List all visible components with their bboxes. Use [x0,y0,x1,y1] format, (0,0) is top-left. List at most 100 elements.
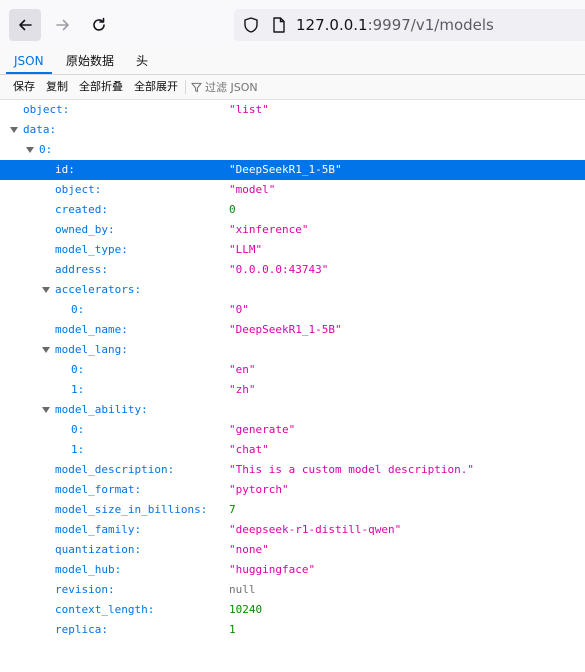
json-value: "This is a custom model description." [229,463,475,476]
tree-row[interactable]: revision: null [0,580,585,600]
url-path: :9997/v1/models [367,16,494,34]
json-key: address: [55,263,108,276]
json-key: model_description: [55,463,175,476]
shield-icon[interactable] [242,16,260,34]
json-key: data: [23,123,57,136]
json-key: model_format: [55,483,142,496]
tree-row[interactable]: model_hub: "huggingface" [0,560,585,580]
json-key: accelerators: [55,283,142,296]
json-key: model_lang: [55,343,128,356]
json-value: "none" [229,543,269,556]
json-value: "0" [229,303,249,316]
toolbar-divider [185,80,186,94]
tree-row[interactable]: model_name: "DeepSeekR1_1-5B" [0,320,585,340]
tree-row[interactable]: replica: 1 [0,620,585,640]
json-key: 0: [71,303,85,316]
tree-node-expandable[interactable]: model_lang: [0,340,585,360]
json-key: revision: [55,583,115,596]
tree-row[interactable]: quantization: "none" [0,540,585,560]
json-key: created: [55,203,108,216]
json-value: "model" [229,183,276,196]
json-value: "0.0.0.0:43743" [229,263,329,276]
json-value: 7 [229,503,236,516]
tab-json[interactable]: JSON [6,50,52,74]
tree-row[interactable]: context_length: 10240 [0,600,585,620]
json-key: context_length: [55,603,155,616]
tree-row[interactable]: model_family: "deepseek-r1-distill-qwen" [0,520,585,540]
tree-row[interactable]: created: 0 [0,200,585,220]
viewer-tabs: JSON 原始数据 头 [0,50,585,75]
json-value: "pytorch" [229,483,289,496]
filter-icon [191,82,202,92]
json-value: 1 [229,623,236,636]
tree-node-expandable[interactable]: 0: [0,140,585,160]
json-value: "huggingface" [229,563,316,576]
json-value: "deepseek-r1-distill-qwen" [229,523,402,536]
expand-toggle-icon[interactable] [42,407,50,413]
tree-row[interactable]: id: "DeepSeekR1_1-5B" [0,160,585,180]
tree-row[interactable]: address: "0.0.0.0:43743" [0,260,585,280]
json-key: model_hub: [55,563,122,576]
tree-row[interactable]: object: "model" [0,180,585,200]
tree-row[interactable]: 1: "zh" [0,380,585,400]
json-key: model_size_in_billions: [55,503,208,516]
collapse-all-button[interactable]: 全部折叠 [79,75,123,99]
browser-toolbar: 127.0.0.1:9997/v1/models [0,0,585,51]
expand-toggle-icon[interactable] [42,287,50,293]
url-text[interactable]: 127.0.0.1:9997/v1/models [296,16,494,34]
json-key: model_ability: [55,403,148,416]
tree-row[interactable]: owned_by: "xinference" [0,220,585,240]
expand-toggle-icon[interactable] [26,147,34,153]
json-value: "chat" [229,443,269,456]
filter-placeholder: 过滤 JSON [205,81,258,94]
json-value: null [229,583,256,596]
json-key: id: [55,163,75,176]
tree-row[interactable]: 0: "generate" [0,420,585,440]
json-key: model_family: [55,523,142,536]
tree-row[interactable]: model_format: "pytorch" [0,480,585,500]
json-key: model_type: [55,243,128,256]
url-host: 127.0.0.1 [296,16,368,34]
json-value: "generate" [229,423,296,436]
json-value: "list" [229,103,269,116]
json-key: owned_by: [55,223,115,236]
json-key: 0: [71,423,85,436]
json-value: "zh" [229,383,256,396]
json-value: "DeepSeekR1_1-5B" [229,163,342,176]
tab-raw-data[interactable]: 原始数据 [58,50,122,72]
expand-toggle-icon[interactable] [10,127,18,133]
json-key: 0: [71,363,85,376]
json-key: object: [55,183,102,196]
tab-headers[interactable]: 头 [128,50,156,72]
json-key: 0: [39,143,53,156]
reload-icon [93,17,105,31]
tree-row[interactable]: model_size_in_billions: 7 [0,500,585,520]
tree-row[interactable]: model_type: "LLM" [0,240,585,260]
tree-node-expandable[interactable]: accelerators: [0,280,585,300]
save-button[interactable]: 保存 [13,75,35,99]
back-button[interactable] [9,9,41,41]
tree-row[interactable]: model_description: "This is a custom mode… [0,460,585,480]
tree-row[interactable]: 1: "chat" [0,440,585,460]
reload-button[interactable] [83,9,115,41]
json-key: model_name: [55,323,128,336]
tree-row[interactable]: 0: "en" [0,360,585,380]
json-key: 1: [71,383,85,396]
expand-toggle-icon[interactable] [42,347,50,353]
filter-json-input[interactable]: 过滤 JSON [191,75,258,99]
expand-all-button[interactable]: 全部展开 [134,75,178,99]
tree-node-expandable[interactable]: data: [0,120,585,140]
copy-button[interactable]: 复制 [46,75,68,99]
json-key: object: [23,103,70,116]
tree-node-expandable[interactable]: model_ability: [0,400,585,420]
arrow-right-icon [56,19,69,31]
address-bar[interactable]: 127.0.0.1:9997/v1/models [234,9,585,41]
json-toolbar: 保存 复制 全部折叠 全部展开 过滤 JSON [0,75,585,100]
tree-row[interactable]: object: "list" [0,100,585,120]
tree-row[interactable]: 0: "0" [0,300,585,320]
json-key: replica: [55,623,108,636]
json-value: "DeepSeekR1_1-5B" [229,323,342,336]
forward-button[interactable] [47,9,79,41]
page-icon[interactable] [270,16,288,34]
arrow-left-icon [19,19,32,31]
